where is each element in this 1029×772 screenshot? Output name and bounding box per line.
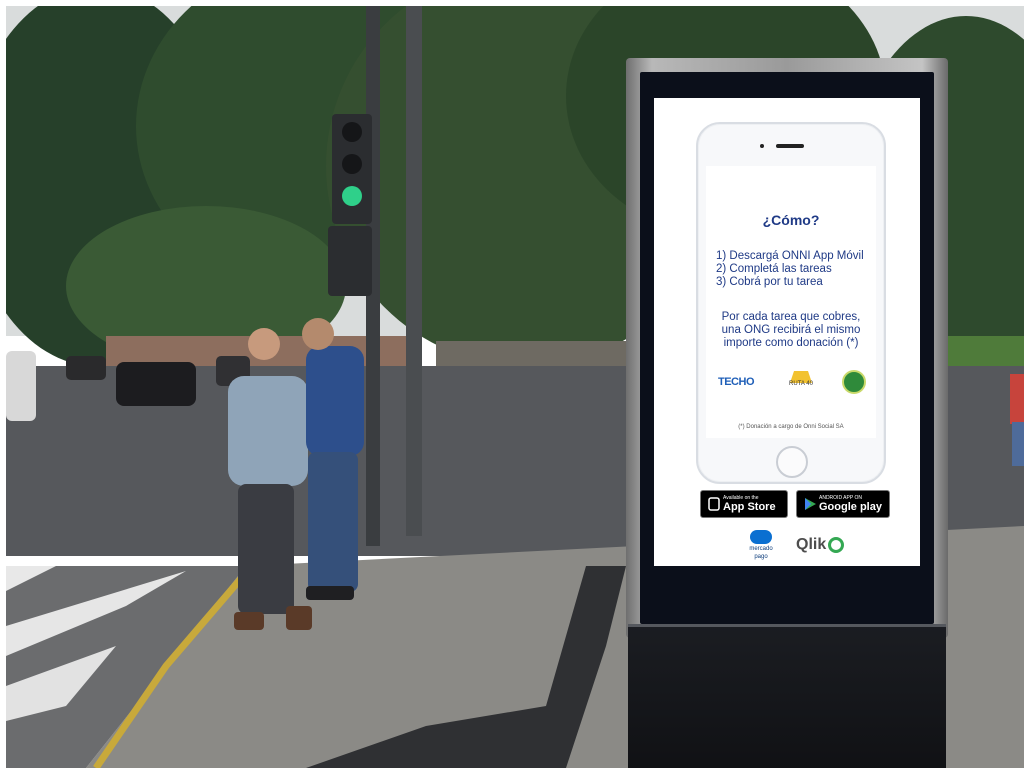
digital-kiosk: ¿Cómo? 1) Descargá ONNI App Móvil 2) Com…	[626, 58, 948, 768]
kiosk-base-edge	[628, 624, 946, 627]
sponsor-logos: mercado pago Qlik	[744, 530, 894, 564]
street-scene: ¿Cómo? 1) Descargá ONNI App Móvil 2) Com…	[6, 6, 1024, 768]
app-store-badge[interactable]: Available on the App Store	[700, 490, 788, 518]
google-play-label: Google play	[819, 501, 882, 513]
donation-line: una ONG recibirá el mismo	[721, 324, 861, 336]
donation-text: Por cada tarea que cobres, una ONG recib…	[712, 311, 870, 350]
step-item: 3) Cobrá por tu tarea	[716, 276, 823, 288]
phone-speaker-icon	[776, 144, 804, 148]
store-badges: Available on the App Store ANDROID APP O…	[700, 490, 890, 518]
ruta40-text: RUTA 40	[789, 381, 813, 387]
techo-logo: TECHO	[718, 376, 755, 388]
phone-home-button	[776, 446, 808, 478]
donation-line: importe como donación (*)	[723, 337, 859, 349]
step-item: 2) Completá las tareas	[716, 263, 832, 275]
leaf-logo-icon	[842, 370, 866, 394]
apple-icon	[708, 497, 720, 511]
step-item: 1) Descargá ONNI App Móvil	[716, 250, 864, 262]
footnote: (*) Donación a cargo de Onni Social SA	[738, 424, 844, 430]
qlik-text: Qlik	[796, 536, 827, 553]
steps-list: 1) Descargá ONNI App Móvil 2) Completá l…	[716, 250, 876, 289]
app-store-label: App Store	[723, 501, 776, 513]
phone-screen: ¿Cómo? 1) Descargá ONNI App Móvil 2) Com…	[706, 166, 876, 438]
kiosk-base	[628, 624, 946, 768]
play-icon	[805, 498, 816, 510]
kiosk-screen: ¿Cómo? 1) Descargá ONNI App Móvil 2) Com…	[654, 98, 920, 566]
how-heading: ¿Cómo?	[762, 212, 820, 228]
phone-mockup: ¿Cómo? 1) Descargá ONNI App Móvil 2) Com…	[696, 122, 886, 484]
phone-camera-icon	[760, 144, 764, 148]
mercadopago-text: mercado	[749, 546, 773, 552]
mercadopago-logo: mercado pago	[744, 530, 778, 564]
ruta40-logo: RUTA 40	[782, 370, 820, 394]
google-play-badge[interactable]: ANDROID APP ON Google play	[796, 490, 890, 518]
qlik-logo: Qlik	[796, 536, 845, 554]
donation-line: Por cada tarea que cobres,	[721, 311, 861, 323]
mercadopago-text: pago	[754, 554, 768, 560]
phone-top	[698, 124, 884, 166]
mercadopago-handshake-icon	[750, 530, 772, 544]
qlik-q-icon	[828, 536, 845, 553]
partner-logos: TECHO RUTA 40	[706, 370, 876, 394]
